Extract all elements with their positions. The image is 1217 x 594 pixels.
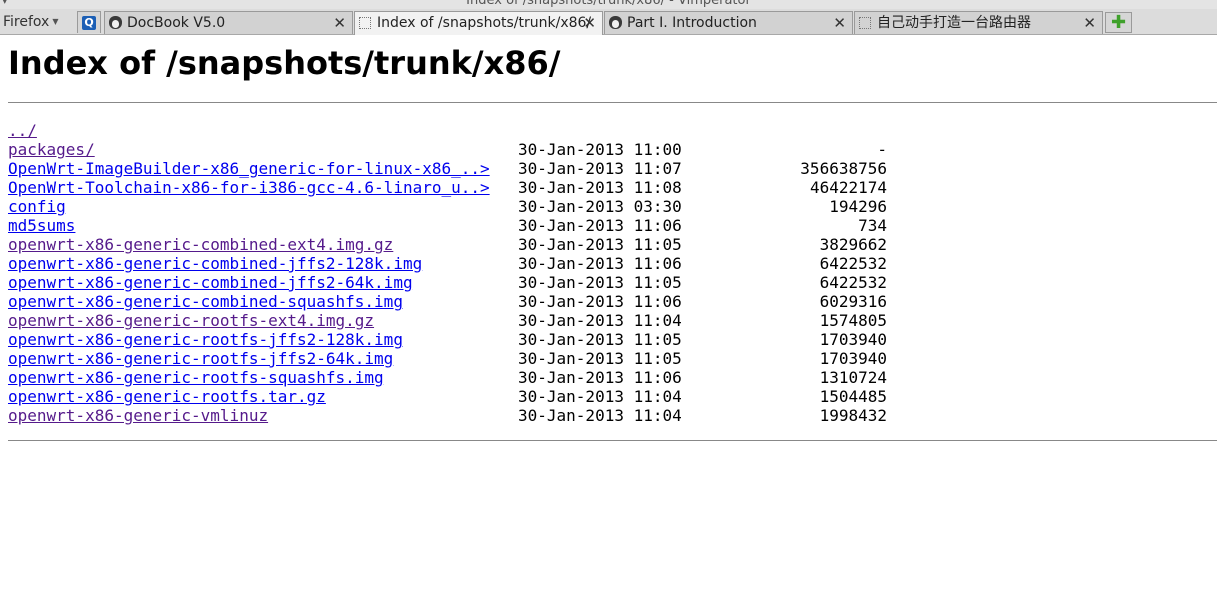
- file-date: 30-Jan-2013 11:06: [518, 292, 682, 311]
- window-title: Index of /snapshots/trunk/x86/ - Vimpera…: [466, 0, 751, 8]
- tab-label: DocBook V5.0: [127, 15, 226, 31]
- firefox-menu-button[interactable]: Firefox ▼: [3, 12, 67, 32]
- file-date: 30-Jan-2013 03:30: [518, 197, 682, 216]
- close-icon[interactable]: ✕: [833, 12, 846, 34]
- file-link[interactable]: openwrt-x86-generic-combined-jffs2-128k.…: [8, 254, 422, 273]
- file-date: 30-Jan-2013 11:08: [518, 178, 682, 197]
- firefox-menu-label: Firefox: [3, 14, 50, 30]
- file-link[interactable]: openwrt-x86-generic-rootfs-squashfs.img: [8, 368, 384, 387]
- blank-page-icon: [359, 17, 371, 29]
- page-title: Index of /snapshots/trunk/x86/: [8, 44, 561, 82]
- app-tab-q[interactable]: Q: [77, 11, 101, 33]
- page-content: Index of /snapshots/trunk/x86/: [8, 36, 1217, 82]
- file-link[interactable]: OpenWrt-Toolchain-x86-for-i386-gcc-4.6-l…: [8, 178, 490, 197]
- file-link[interactable]: openwrt-x86-generic-combined-jffs2-64k.i…: [8, 273, 413, 292]
- file-link[interactable]: ../: [8, 121, 37, 140]
- divider-bottom: [8, 440, 1217, 441]
- file-size: 1703940: [819, 330, 887, 349]
- new-tab-button[interactable]: ✚: [1105, 12, 1132, 33]
- tab-label: 自己动手打造一台路由器: [877, 15, 1031, 31]
- window-titlebar: ▾ Index of /snapshots/trunk/x86/ - Vimpe…: [0, 0, 1217, 9]
- q-app-icon: Q: [82, 16, 96, 30]
- tab-bar: Firefox ▼ Q DocBook V5.0 ✕ Index of /snap…: [0, 9, 1217, 35]
- file-date: 30-Jan-2013 11:05: [518, 235, 682, 254]
- file-date: 30-Jan-2013 11:04: [518, 406, 682, 425]
- file-size: 1998432: [819, 406, 887, 425]
- tab-part-i[interactable]: Part I. Introduction ✕: [604, 11, 853, 34]
- file-link[interactable]: openwrt-x86-generic-combined-ext4.img.gz: [8, 235, 393, 254]
- file-link[interactable]: openwrt-x86-generic-combined-squashfs.im…: [8, 292, 403, 311]
- dropdown-arrow-icon: ▼: [52, 17, 59, 26]
- file-size: 46422174: [809, 178, 887, 197]
- file-date: 30-Jan-2013 11:07: [518, 159, 682, 178]
- close-icon[interactable]: ✕: [333, 12, 346, 34]
- tab-label: Part I. Introduction: [627, 15, 757, 31]
- file-size: 1574805: [819, 311, 887, 330]
- file-link[interactable]: openwrt-x86-generic-rootfs.tar.gz: [8, 387, 326, 406]
- close-icon[interactable]: ✕: [1083, 12, 1096, 34]
- tab-docbook[interactable]: DocBook V5.0 ✕: [104, 11, 353, 34]
- file-size: 3829662: [819, 235, 887, 254]
- penguin-icon: [609, 16, 622, 29]
- file-date: 30-Jan-2013 11:05: [518, 330, 682, 349]
- file-date: 30-Jan-2013 11:05: [518, 273, 682, 292]
- file-size: 1504485: [819, 387, 887, 406]
- file-size: 6422532: [819, 273, 887, 292]
- file-size: 6422532: [819, 254, 887, 273]
- file-date: 30-Jan-2013 11:04: [518, 387, 682, 406]
- file-link[interactable]: openwrt-x86-generic-vmlinuz: [8, 406, 268, 425]
- file-date: 30-Jan-2013 11:06: [518, 368, 682, 387]
- file-date: 30-Jan-2013 11:06: [518, 216, 682, 235]
- file-size: 356638756: [800, 159, 887, 178]
- file-link[interactable]: OpenWrt-ImageBuilder-x86_generic-for-lin…: [8, 159, 490, 178]
- plus-icon: ✚: [1110, 12, 1127, 33]
- file-date: 30-Jan-2013 11:06: [518, 254, 682, 273]
- file-link[interactable]: config: [8, 197, 66, 216]
- file-link[interactable]: openwrt-x86-generic-rootfs-ext4.img.gz: [8, 311, 374, 330]
- file-size: 1310724: [819, 368, 887, 387]
- file-date: 30-Jan-2013 11:00: [518, 140, 682, 159]
- tab-label: Index of /snapshots/trunk/x86/: [377, 15, 592, 31]
- file-link[interactable]: openwrt-x86-generic-rootfs-jffs2-64k.img: [8, 349, 393, 368]
- tab-router[interactable]: 自己动手打造一台路由器 ✕: [854, 11, 1103, 34]
- file-link[interactable]: packages/: [8, 140, 95, 159]
- blank-page-icon: [859, 17, 871, 29]
- divider-top: [8, 102, 1217, 103]
- penguin-icon: [109, 16, 122, 29]
- file-size: 6029316: [819, 292, 887, 311]
- file-size: -: [877, 140, 887, 159]
- close-icon[interactable]: ✕: [583, 12, 596, 34]
- file-date: 30-Jan-2013 11:05: [518, 349, 682, 368]
- file-link[interactable]: openwrt-x86-generic-rootfs-jffs2-128k.im…: [8, 330, 403, 349]
- file-date: 30-Jan-2013 11:04: [518, 311, 682, 330]
- file-size: 194296: [829, 197, 887, 216]
- file-size: 734: [858, 216, 887, 235]
- file-link[interactable]: md5sums: [8, 216, 75, 235]
- file-size: 1703940: [819, 349, 887, 368]
- tab-index[interactable]: Index of /snapshots/trunk/x86/ ✕: [354, 11, 603, 35]
